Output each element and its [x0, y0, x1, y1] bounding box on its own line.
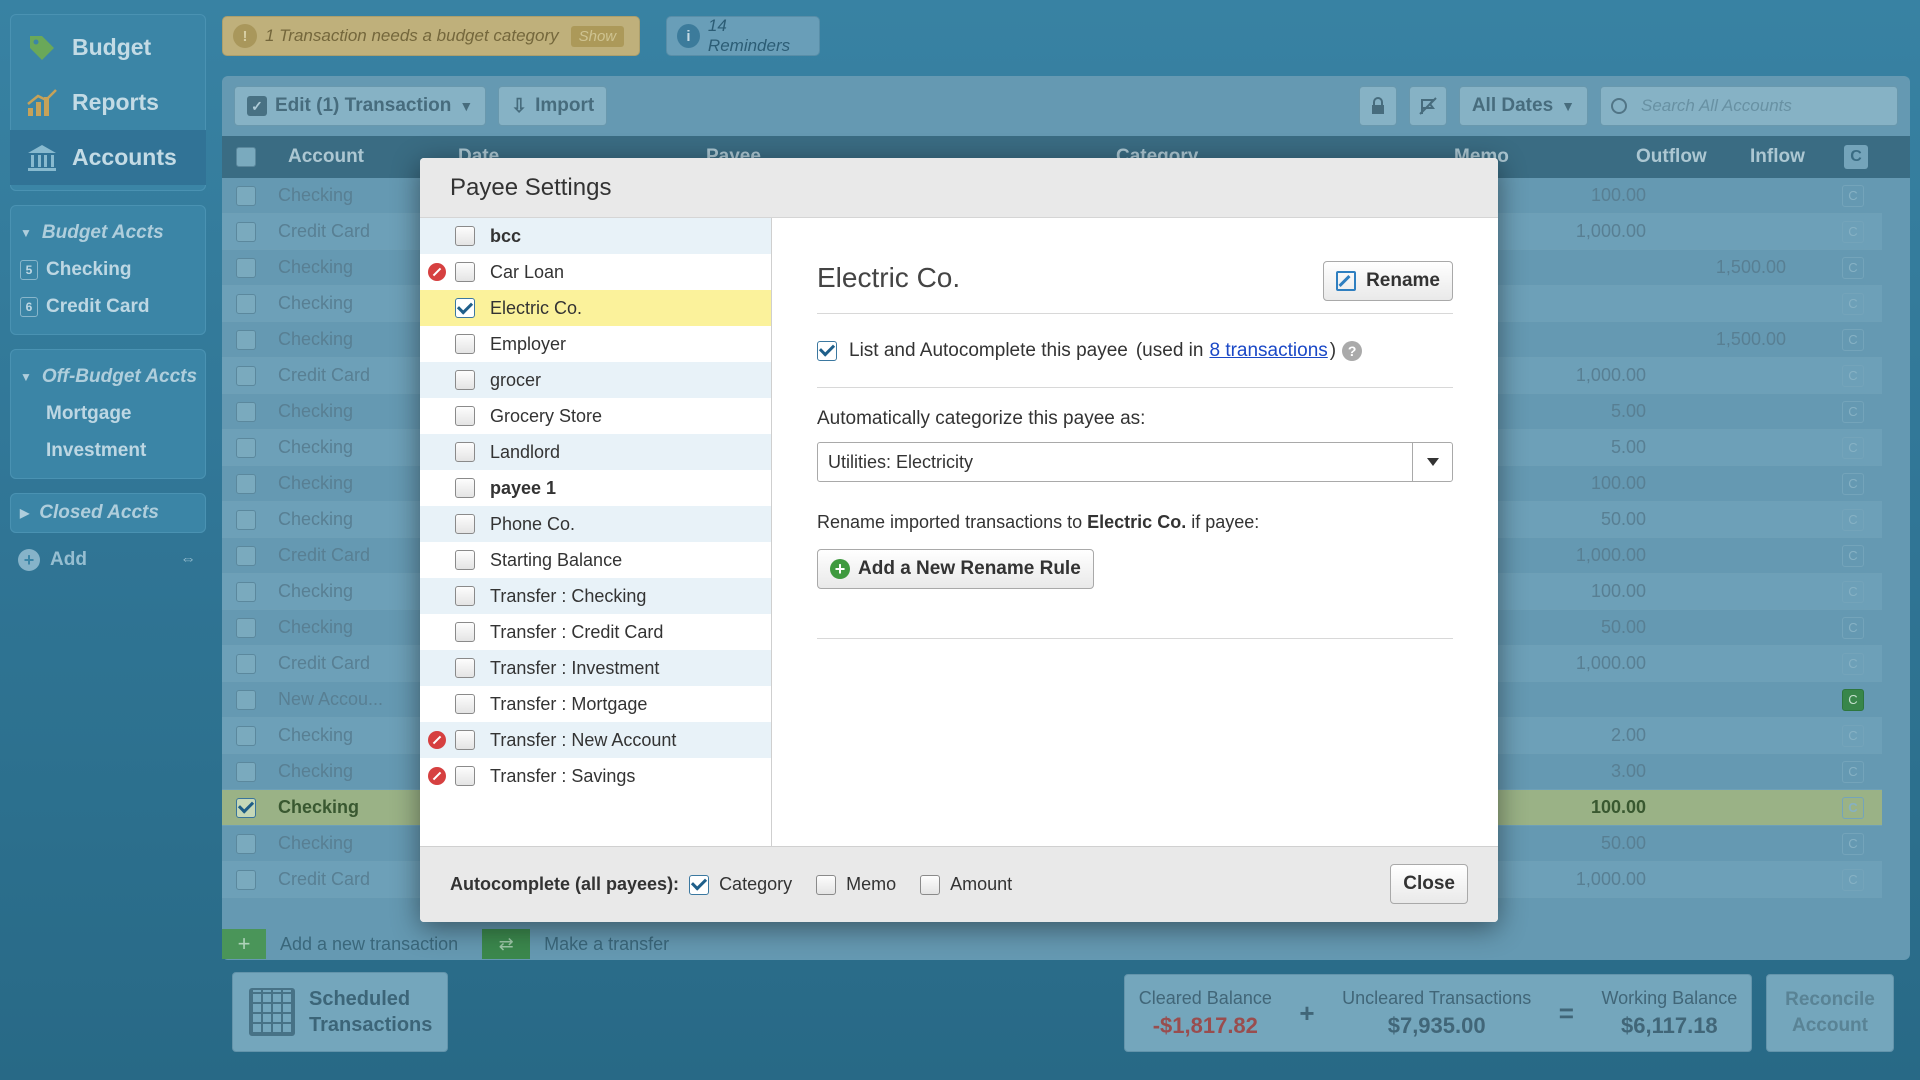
payee-name: Starting Balance — [490, 549, 623, 570]
list-autocomplete-row: List and Autocomplete this payee (used i… — [817, 314, 1453, 388]
rename-rule-prefix: Rename imported transactions to — [817, 512, 1083, 532]
payee-list-item[interactable]: Landlord — [420, 434, 771, 470]
transactions-link[interactable]: 8 transactions — [1209, 340, 1327, 362]
delete-icon[interactable] — [428, 263, 446, 281]
dialog-body: bcc Car Loan Electric Co. Employer grocer Gro… — [420, 218, 1498, 846]
rename-button[interactable]: Rename — [1323, 261, 1453, 301]
payee-list-item[interactable]: grocer — [420, 362, 771, 398]
rename-rule-description: Rename imported transactions to Electric… — [817, 512, 1453, 533]
help-icon[interactable]: ? — [1342, 340, 1363, 361]
payee-list: bcc Car Loan Electric Co. Employer grocer Gro… — [420, 218, 772, 846]
payee-checkbox[interactable] — [455, 442, 475, 462]
autocomplete-category-checkbox[interactable] — [689, 874, 710, 895]
payee-name: Transfer : Investment — [490, 657, 660, 678]
used-in-prefix: (used in — [1135, 339, 1204, 361]
payee-detail-header: Electric Co. Rename — [817, 218, 1453, 314]
payee-list-item[interactable]: Transfer : Mortgage — [420, 686, 771, 722]
payee-list-item[interactable]: Transfer : Checking — [420, 578, 771, 614]
payee-name: Phone Co. — [490, 513, 576, 534]
payee-name: Transfer : Checking — [490, 585, 647, 606]
rename-rule-payee: Electric Co. — [1087, 512, 1187, 532]
category-select-value: Utilities: Electricity — [828, 451, 974, 472]
payee-name-heading: Electric Co. — [817, 262, 961, 293]
payee-checkbox[interactable] — [455, 226, 475, 246]
close-button[interactable]: Close — [1390, 864, 1468, 904]
payee-checkbox[interactable] — [455, 334, 475, 354]
payee-list-item[interactable]: Transfer : Investment — [420, 650, 771, 686]
delete-icon[interactable] — [428, 767, 446, 785]
payee-settings-dialog: Payee Settings bcc Car Loan Electric Co. Em… — [420, 158, 1498, 922]
payee-list-item[interactable]: Transfer : New Account — [420, 722, 771, 758]
payee-checkbox[interactable] — [455, 550, 475, 570]
category-select[interactable]: Utilities: Electricity — [817, 442, 1453, 482]
payee-checkbox[interactable] — [455, 298, 475, 318]
payee-list-item[interactable]: Transfer : Credit Card — [420, 614, 771, 650]
payee-checkbox[interactable] — [455, 514, 475, 534]
payee-list-item[interactable]: Grocery Store — [420, 398, 771, 434]
delete-icon[interactable] — [428, 731, 446, 749]
list-autocomplete-checkbox[interactable] — [817, 340, 837, 361]
payee-checkbox[interactable] — [455, 658, 475, 678]
rename-rules-area: + Add a New Rename Rule — [817, 533, 1453, 639]
payee-name: Transfer : Mortgage — [490, 693, 648, 714]
dialog-title: Payee Settings — [420, 158, 1498, 218]
payee-name: payee 1 — [490, 477, 557, 498]
autocomplete-memo-checkbox[interactable] — [816, 874, 837, 895]
payee-checkbox[interactable] — [455, 586, 475, 606]
payee-name: grocer — [490, 369, 542, 390]
payee-checkbox[interactable] — [455, 262, 475, 282]
payee-name: Transfer : New Account — [490, 729, 677, 750]
autocomplete-amount-checkbox[interactable] — [920, 874, 941, 895]
payee-name: Car Loan — [490, 261, 565, 282]
payee-name: Transfer : Credit Card — [490, 621, 664, 642]
payee-list-item[interactable]: Transfer : Savings — [420, 758, 771, 794]
payee-list-item[interactable]: bcc — [420, 218, 771, 254]
payee-name: Transfer : Savings — [490, 765, 636, 786]
autocomplete-all-label: Autocomplete (all payees): — [450, 874, 680, 894]
autocomplete-category-label: Category — [719, 874, 793, 894]
payee-name: Employer — [490, 333, 567, 354]
categorize-label: Automatically categorize this payee as: — [817, 408, 1146, 429]
payee-checkbox[interactable] — [455, 370, 475, 390]
payee-checkbox[interactable] — [455, 478, 475, 498]
payee-checkbox[interactable] — [455, 766, 475, 786]
add-rename-rule-label: Add a New Rename Rule — [858, 558, 1081, 579]
rename-label: Rename — [1366, 270, 1440, 291]
edit-icon — [1336, 271, 1357, 291]
payee-name: Electric Co. — [490, 297, 583, 318]
payee-checkbox[interactable] — [455, 694, 475, 714]
payee-list-item[interactable]: Employer — [420, 326, 771, 362]
payee-list-item[interactable]: Phone Co. — [420, 506, 771, 542]
payee-checkbox[interactable] — [455, 730, 475, 750]
used-in-suffix: ) — [1329, 339, 1337, 361]
payee-checkbox[interactable] — [455, 406, 475, 426]
dialog-footer: Autocomplete (all payees): Category Memo… — [420, 846, 1498, 922]
payee-detail: Electric Co. Rename List and Autocomplet… — [817, 218, 1453, 846]
chevron-down-icon[interactable] — [1412, 443, 1452, 481]
payee-checkbox[interactable] — [455, 622, 475, 642]
payee-name: Landlord — [490, 441, 561, 462]
payee-list-item[interactable]: Electric Co. — [420, 290, 771, 326]
payee-list-item[interactable]: Car Loan — [420, 254, 771, 290]
payee-name: Grocery Store — [490, 405, 603, 426]
rename-rule-suffix: if payee: — [1191, 512, 1260, 532]
payee-name: bcc — [490, 225, 522, 246]
add-rename-rule-button[interactable]: + Add a New Rename Rule — [817, 549, 1094, 589]
add-circle-icon: + — [830, 559, 850, 579]
payee-list-item[interactable]: payee 1 — [420, 470, 771, 506]
autocomplete-memo-label: Memo — [846, 874, 897, 894]
payee-list-item[interactable]: Starting Balance — [420, 542, 771, 578]
list-autocomplete-label: List and Autocomplete this payee — [849, 339, 1128, 361]
autocomplete-amount-label: Amount — [950, 874, 1013, 894]
